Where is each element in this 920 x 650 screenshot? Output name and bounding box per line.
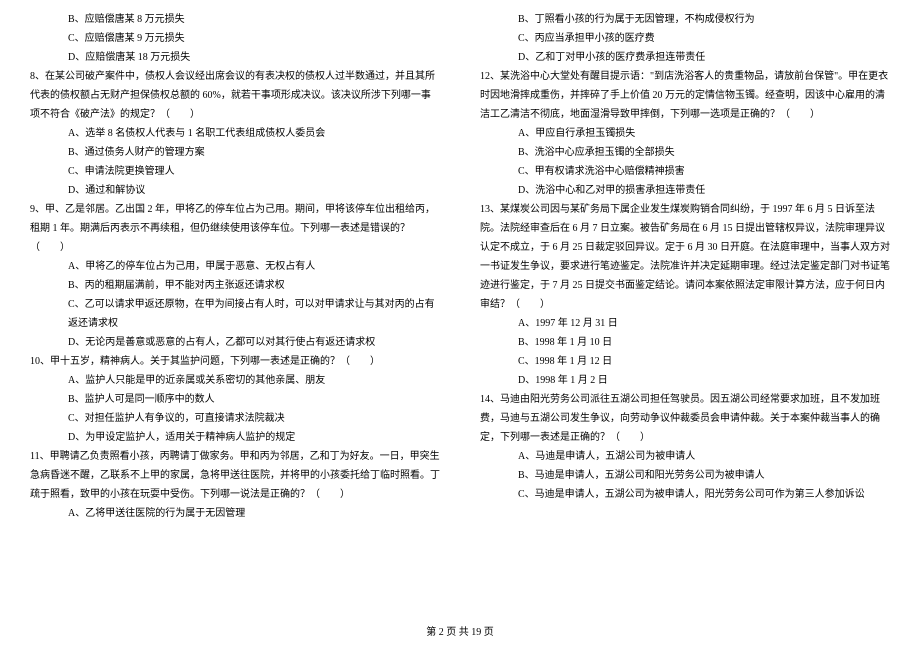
question-14: 14、马迪由阳光劳务公司派往五湖公司担任驾驶员。因五湖公司经常要求加班，且不发加… [480,390,890,447]
question-12: 12、某洗浴中心大堂处有醒目提示语："到店洗浴客人的贵重物品，请放前台保管"。甲… [480,67,890,124]
option-9a: A、甲将乙的停车位占为己用，甲属于恶意、无权占有人 [30,257,440,276]
option-13d: D、1998 年 1 月 2 日 [480,371,890,390]
option-10a: A、监护人只能是甲的近亲属或关系密切的其他亲属、朋友 [30,371,440,390]
option-11b: B、丁照看小孩的行为属于无因管理，不构成侵权行为 [480,10,890,29]
option-14c: C、马迪是申请人，五湖公司为被申请人，阳光劳务公司可作为第三人参加诉讼 [480,485,890,504]
option-14a: A、马迪是申请人，五湖公司为被申请人 [480,447,890,466]
option-7c: C、应赔偿唐某 9 万元损失 [30,29,440,48]
option-13b: B、1998 年 1 月 10 日 [480,333,890,352]
option-7b: B、应赔偿唐某 8 万元损失 [30,10,440,29]
option-13a: A、1997 年 12 月 31 日 [480,314,890,333]
option-13c: C、1998 年 1 月 12 日 [480,352,890,371]
option-12b: B、洗浴中心应承担玉镯的全部损失 [480,143,890,162]
option-8c: C、申请法院更换管理人 [30,162,440,181]
option-12a: A、甲应自行承担玉镯损失 [480,124,890,143]
question-10: 10、甲十五岁，精神病人。关于其监护问题，下列哪一表述是正确的？（ ） [30,352,440,371]
question-9: 9、甲、乙是邻居。乙出国 2 年，甲将乙的停车位占为己用。期间，甲将该停车位出租… [30,200,440,257]
option-10c: C、对担任监护人有争议的，可直接请求法院裁决 [30,409,440,428]
option-8b: B、通过债务人财产的管理方案 [30,143,440,162]
page-footer: 第 2 页 共 19 页 [0,623,920,642]
option-8d: D、通过和解协议 [30,181,440,200]
question-11: 11、甲聘请乙负责照看小孩，丙聘请丁做家务。甲和丙为邻居，乙和丁为好友。一日，甲… [30,447,440,504]
question-8: 8、在某公司破产案件中，债权人会议经出席会议的有表决权的债权人过半数通过，并且其… [30,67,440,124]
option-10d: D、为甲设定监护人，适用关于精神病人监护的规定 [30,428,440,447]
right-column: B、丁照看小孩的行为属于无因管理，不构成侵权行为 C、丙应当承担甲小孩的医疗费 … [480,10,890,610]
option-9b: B、丙的租期届满前，甲不能对丙主张返还请求权 [30,276,440,295]
option-12c: C、甲有权请求洗浴中心赔偿精神损害 [480,162,890,181]
option-11c: C、丙应当承担甲小孩的医疗费 [480,29,890,48]
option-7d: D、应赔偿唐某 18 万元损失 [30,48,440,67]
option-9c: C、乙可以请求甲返还原物，在甲为间接占有人时，可以对甲请求让与其对丙的占有返还请… [30,295,440,333]
option-8a: A、选举 8 名债权人代表与 1 名职工代表组成债权人委员会 [30,124,440,143]
option-12d: D、洗浴中心和乙对甲的损害承担连带责任 [480,181,890,200]
left-column: B、应赔偿唐某 8 万元损失 C、应赔偿唐某 9 万元损失 D、应赔偿唐某 18… [30,10,440,610]
option-11a: A、乙将甲送往医院的行为属于无因管理 [30,504,440,523]
option-14b: B、马迪是申请人，五湖公司和阳光劳务公司为被申请人 [480,466,890,485]
question-13: 13、某煤炭公司因与某矿务局下属企业发生煤炭购销合同纠纷，于 1997 年 6 … [480,200,890,314]
option-11d: D、乙和丁对甲小孩的医疗费承担连带责任 [480,48,890,67]
option-9d: D、无论丙是善意或恶意的占有人，乙都可以对其行使占有返还请求权 [30,333,440,352]
option-10b: B、监护人可是同一顺序中的数人 [30,390,440,409]
